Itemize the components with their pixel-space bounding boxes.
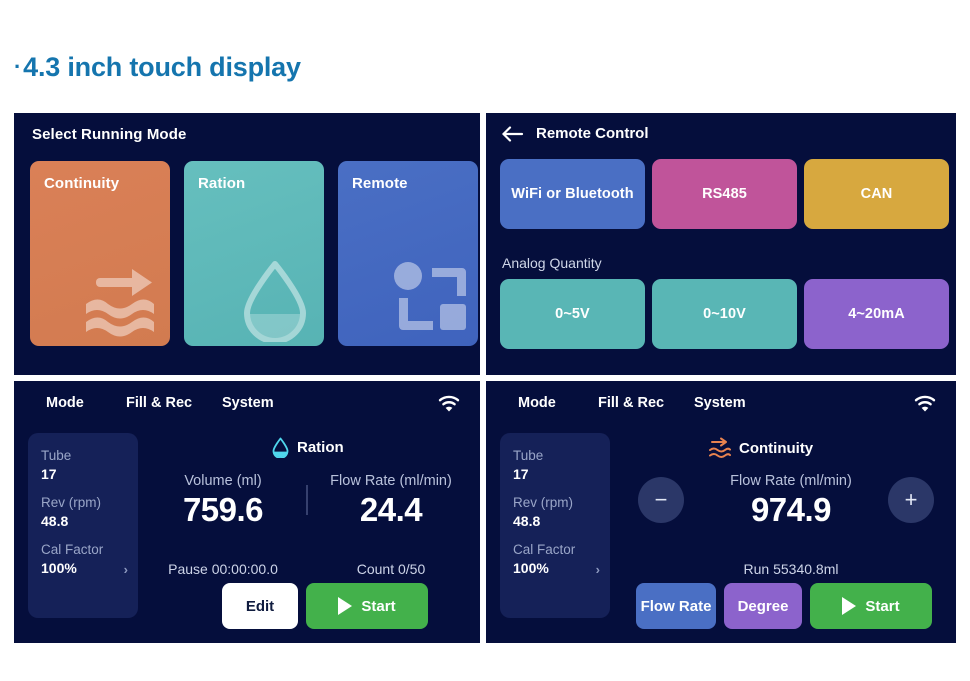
edit-button[interactable]: Edit (222, 583, 298, 629)
readout-flow-rate: Flow Rate (ml/min) 974.9 (701, 473, 881, 529)
continuity-run-screen: Mode Fill & Rec System Tube 17 Rev (rpm)… (486, 381, 956, 643)
increment-button[interactable]: + (888, 477, 934, 523)
sidecard-key: Rev (rpm) (41, 495, 101, 510)
tab-system[interactable]: System (222, 395, 274, 411)
analog-button-row: 0~5V 0~10V 4~20mA (500, 279, 949, 349)
start-button-label: Start (865, 597, 900, 615)
sidecard-value: 100% › (41, 559, 128, 579)
tab-fill-and-rec[interactable]: Fill & Rec (126, 395, 192, 411)
readout-label: Volume (ml) (184, 473, 262, 489)
mode-tag-ration: Ration (272, 437, 344, 458)
pause-timer: Pause 00:00:00.0 (168, 561, 278, 577)
flow-rate-button[interactable]: Flow Rate (636, 583, 716, 629)
select-running-mode-screen: Select Running Mode Continuity Ration Re… (14, 113, 480, 375)
degree-button[interactable]: Degree (724, 583, 802, 629)
water-droplet-icon (272, 437, 289, 458)
topbar: Mode Fill & Rec System (486, 381, 956, 427)
sidecard-value: 17 (41, 466, 57, 482)
sidecard-value: 48.8 (41, 513, 69, 529)
page-title-text: 4.3 inch touch display (23, 52, 301, 82)
sidecard-key: Cal Factor (513, 542, 576, 557)
tab-mode[interactable]: Mode (46, 395, 84, 411)
remote-control-screen: Remote Control WiFi or Bluetooth RS485 C… (486, 113, 956, 375)
topbar: Mode Fill & Rec System (14, 381, 480, 427)
start-button[interactable]: Start (810, 583, 932, 629)
wifi-icon (914, 395, 936, 412)
readout-value: 759.6 (182, 491, 264, 528)
mode-card-row: Continuity Ration Remote (30, 161, 478, 346)
start-button-label: Start (361, 597, 396, 615)
sidecard-key: Tube (513, 448, 544, 463)
tab-fill-and-rec[interactable]: Fill & Rec (598, 395, 664, 411)
readout-label: Flow Rate (ml/min) (330, 473, 452, 489)
tab-system[interactable]: System (694, 395, 746, 411)
sidecard-value-text: 100% (41, 560, 77, 576)
protocol-button-rs485[interactable]: RS485 (652, 159, 797, 229)
sidecard-value-text: 100% (513, 560, 549, 576)
flow-arrow-waves-icon (709, 437, 731, 458)
tab-mode[interactable]: Mode (518, 395, 556, 411)
action-button-row: Flow Rate Degree Start (636, 583, 932, 629)
select-mode-title: Select Running Mode (32, 126, 187, 143)
run-total: Run 55340.8ml (743, 561, 839, 577)
mode-card-label: Remote (352, 175, 408, 192)
sidecard-key: Tube (41, 448, 72, 463)
readout-volume: Volume (ml) 759.6 (148, 473, 298, 529)
mode-card-remote[interactable]: Remote (338, 161, 478, 346)
mode-card-label: Ration (198, 175, 246, 192)
play-icon (338, 597, 353, 615)
chevron-right-icon[interactable]: › (596, 560, 600, 579)
status-sidecard[interactable]: Tube 17 Rev (rpm) 48.8 Cal Factor 100% › (500, 433, 610, 618)
ration-run-screen: Mode Fill & Rec System Tube 17 Rev (rpm)… (14, 381, 480, 643)
play-icon (842, 597, 857, 615)
sidecard-key: Cal Factor (41, 542, 104, 557)
count-value: Count 0/50 (356, 561, 426, 577)
action-button-row: Edit Start (222, 583, 428, 629)
protocol-button-wifi-bluetooth[interactable]: WiFi or Bluetooth (500, 159, 645, 229)
wifi-icon (438, 395, 460, 412)
analog-quantity-label: Analog Quantity (502, 255, 602, 271)
flow-arrow-waves-icon (86, 269, 154, 337)
decrement-button[interactable]: − (638, 477, 684, 523)
mode-card-ration[interactable]: Ration (184, 161, 324, 346)
chevron-right-icon[interactable]: › (124, 560, 128, 579)
mode-tag-label: Ration (297, 439, 344, 456)
page-title: ·4.3 inch touch display (14, 52, 301, 83)
analog-button-4-20ma[interactable]: 4~20mA (804, 279, 949, 349)
analog-button-0-10v[interactable]: 0~10V (652, 279, 797, 349)
protocol-button-row: WiFi or Bluetooth RS485 CAN (500, 159, 949, 229)
mode-card-label: Continuity (44, 175, 120, 192)
water-droplet-icon (244, 261, 306, 342)
mode-tag-continuity: Continuity (708, 437, 813, 459)
status-sidecard[interactable]: Tube 17 Rev (rpm) 48.8 Cal Factor 100% › (28, 433, 138, 618)
mode-card-continuity[interactable]: Continuity (30, 161, 170, 346)
readout-flow-rate: Flow Rate (ml/min) 24.4 (316, 473, 466, 529)
sidecard-value: 17 (513, 466, 529, 482)
analog-button-0-5v[interactable]: 0~5V (500, 279, 645, 349)
sidecard-key: Rev (rpm) (513, 495, 573, 510)
back-arrow-icon[interactable] (502, 125, 524, 142)
sidecard-value: 48.8 (513, 513, 541, 529)
readout-value: 974.9 (750, 491, 832, 528)
sidecard-value: 100% › (513, 559, 600, 579)
readout-label: Flow Rate (ml/min) (730, 473, 852, 489)
remote-control-title: Remote Control (536, 125, 649, 142)
protocol-button-can[interactable]: CAN (804, 159, 949, 229)
bullet-icon: · (14, 54, 22, 79)
remote-control-header: Remote Control (502, 125, 649, 142)
readout-value: 24.4 (359, 491, 423, 528)
readout-divider (306, 485, 308, 515)
start-button[interactable]: Start (306, 583, 428, 629)
mode-tag-label: Continuity (739, 439, 814, 457)
remote-nodes-icon (394, 262, 466, 330)
screenshot-grid: Select Running Mode Continuity Ration Re… (14, 113, 956, 643)
